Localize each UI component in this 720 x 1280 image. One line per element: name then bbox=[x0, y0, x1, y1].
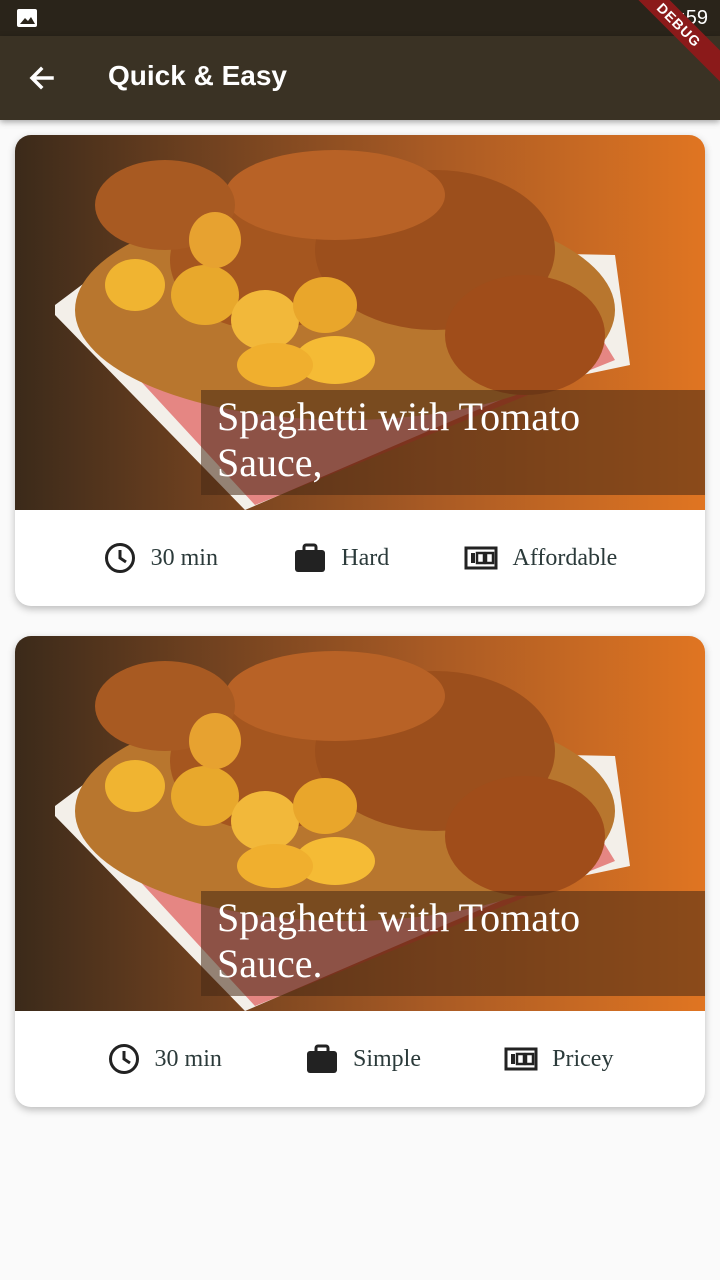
briefcase-icon bbox=[295, 543, 326, 572]
app-bar: Quick & Easy bbox=[0, 36, 720, 120]
debug-banner: DEBUG bbox=[630, 0, 720, 90]
affordability-text: Affordable bbox=[512, 544, 618, 571]
meal-title: Spaghetti with Tomato Sauce. bbox=[217, 895, 581, 986]
clock-icon bbox=[108, 1044, 139, 1074]
meal-meta-row: 30 min Simple Pricey bbox=[15, 1011, 705, 1107]
money-icon bbox=[464, 546, 498, 570]
meta-complexity: Hard bbox=[293, 541, 389, 575]
meal-image: Spaghetti with Tomato Sauce, bbox=[15, 135, 705, 510]
page-title: Quick & Easy bbox=[108, 60, 287, 91]
meta-affordability: Affordable bbox=[464, 541, 617, 575]
meta-complexity: Simple bbox=[305, 1042, 421, 1076]
complexity-text: Simple bbox=[353, 1045, 422, 1072]
meal-card[interactable]: Spaghetti with Tomato Sauce. 30 min Simp… bbox=[15, 636, 705, 1107]
meal-title-overlay: Spaghetti with Tomato Sauce. bbox=[201, 891, 705, 996]
meta-duration: 30 min bbox=[103, 541, 218, 575]
duration-text: 30 min bbox=[150, 544, 218, 571]
back-arrow-icon[interactable] bbox=[22, 58, 62, 98]
image-notification-icon bbox=[17, 9, 37, 27]
meal-title-overlay: Spaghetti with Tomato Sauce, bbox=[201, 390, 705, 495]
clock-icon bbox=[104, 543, 135, 573]
debug-label: DEBUG bbox=[630, 0, 720, 86]
meal-title: Spaghetti with Tomato Sauce, bbox=[217, 394, 581, 485]
status-bar: 8:59 bbox=[0, 0, 720, 36]
briefcase-icon bbox=[307, 1044, 337, 1073]
affordability-text: Pricey bbox=[552, 1045, 614, 1072]
complexity-text: Hard bbox=[341, 544, 390, 571]
meta-duration: 30 min bbox=[107, 1042, 222, 1076]
meta-affordability: Pricey bbox=[504, 1042, 613, 1076]
meal-card[interactable]: Spaghetti with Tomato Sauce, 30 min Hard bbox=[15, 135, 705, 606]
money-icon bbox=[504, 1047, 538, 1071]
meal-meta-row: 30 min Hard Affordable bbox=[15, 510, 705, 606]
duration-text: 30 min bbox=[154, 1045, 222, 1072]
meal-image: Spaghetti with Tomato Sauce. bbox=[15, 636, 705, 1011]
